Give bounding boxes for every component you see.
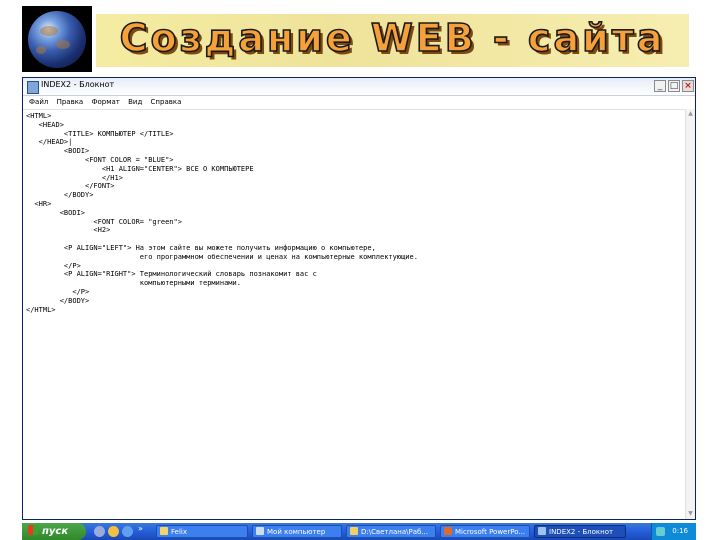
taskbar: пуск » Felix Мой компьютер D:\Светлана\Р… [22, 523, 696, 540]
vertical-scrollbar[interactable]: ▲ ▼ [685, 109, 695, 519]
windows-logo-icon [28, 525, 38, 535]
menu-bar: Файл Правка Формат Вид Справка [23, 96, 695, 110]
quicklaunch-desktop-icon[interactable] [122, 526, 133, 537]
scroll-up-icon[interactable]: ▲ [687, 110, 694, 118]
notepad-icon [538, 527, 546, 535]
clock[interactable]: 0:16 [672, 525, 688, 538]
slide-banner: Создание WEB - сайта [96, 14, 689, 67]
quicklaunch-media-icon[interactable] [108, 526, 119, 537]
task-felix[interactable]: Felix [156, 525, 248, 538]
maximize-button[interactable]: □ [668, 80, 680, 92]
minimize-button[interactable]: _ [654, 80, 666, 92]
system-tray: 0:16 [651, 523, 696, 540]
globe-image [22, 6, 92, 72]
powerpoint-icon [444, 527, 452, 535]
slide-title: Создание WEB - сайта [119, 15, 666, 61]
menu-format[interactable]: Формат [91, 98, 119, 106]
start-label: пуск [42, 526, 69, 537]
editor-content[interactable]: <HTML> <HEAD> <TITLE> КОМПЬЮТЕР </TITLE>… [26, 112, 685, 314]
task-folder[interactable]: D:\Светлана\Раб... [346, 525, 436, 538]
quicklaunch-ie-icon[interactable] [94, 526, 105, 537]
tray-app-icon[interactable] [656, 527, 665, 536]
my-computer-icon [256, 527, 264, 535]
notepad-window: INDEX2 - Блокнот _ □ × Файл Правка Форма… [22, 77, 696, 520]
menu-view[interactable]: Вид [128, 98, 142, 106]
menu-file[interactable]: Файл [29, 98, 48, 106]
window-titlebar[interactable]: INDEX2 - Блокнот _ □ × [23, 78, 695, 96]
task-notepad[interactable]: INDEX2 - Блокнот [534, 525, 626, 538]
quicklaunch-more-icon[interactable]: » [138, 524, 143, 533]
close-button[interactable]: × [682, 80, 694, 92]
task-powerpoint[interactable]: Microsoft PowerPo... [440, 525, 530, 538]
menu-edit[interactable]: Правка [57, 98, 84, 106]
task-my-computer[interactable]: Мой компьютер [252, 525, 342, 538]
folder-icon [350, 527, 358, 535]
text-editor[interactable]: <HTML> <HEAD> <TITLE> КОМПЬЮТЕР </TITLE>… [23, 109, 685, 519]
window-title: INDEX2 - Блокнот [41, 80, 115, 89]
scroll-down-icon[interactable]: ▼ [687, 510, 694, 518]
felix-icon [160, 527, 168, 535]
menu-help[interactable]: Справка [151, 98, 182, 106]
start-button[interactable]: пуск [22, 523, 86, 540]
notepad-icon [27, 81, 39, 94]
